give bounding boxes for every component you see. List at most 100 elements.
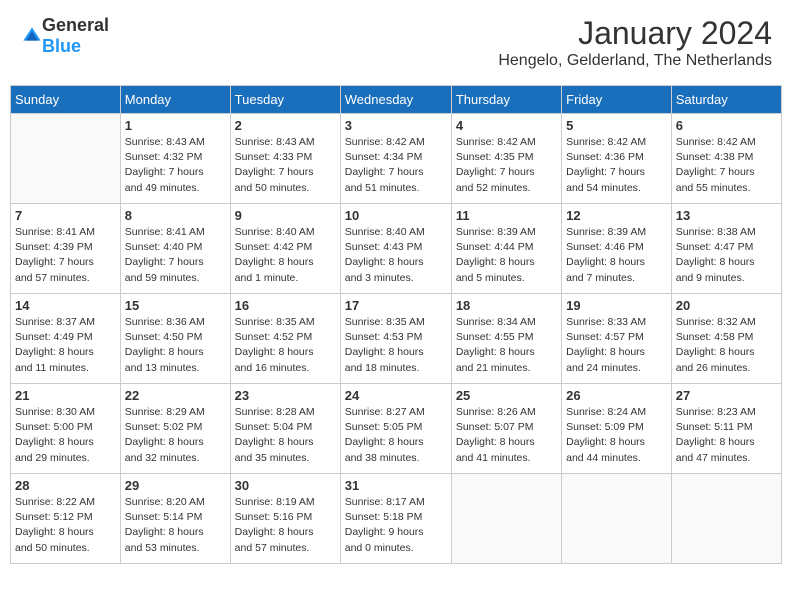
day-info: Sunrise: 8:19 AM Sunset: 5:16 PM Dayligh… — [235, 495, 336, 556]
day-info: Sunrise: 8:28 AM Sunset: 5:04 PM Dayligh… — [235, 405, 336, 466]
calendar-day-cell: 17 Sunrise: 8:35 AM Sunset: 4:53 PM Dayli… — [340, 294, 451, 384]
day-number: 7 — [15, 208, 116, 223]
calendar-week-row: 1 Sunrise: 8:43 AM Sunset: 4:32 PM Daylig… — [11, 114, 782, 204]
calendar-day-cell: 10 Sunrise: 8:40 AM Sunset: 4:43 PM Dayli… — [340, 204, 451, 294]
weekday-header: Friday — [562, 86, 672, 114]
calendar-day-cell: 6 Sunrise: 8:42 AM Sunset: 4:38 PM Daylig… — [671, 114, 781, 204]
calendar-day-cell: 9 Sunrise: 8:40 AM Sunset: 4:42 PM Daylig… — [230, 204, 340, 294]
page-header: General Blue January 2024 Hengelo, Gelde… — [10, 10, 782, 75]
day-number: 8 — [125, 208, 226, 223]
calendar-day-cell: 29 Sunrise: 8:20 AM Sunset: 5:14 PM Dayli… — [120, 474, 230, 564]
day-info: Sunrise: 8:40 AM Sunset: 4:42 PM Dayligh… — [235, 225, 336, 286]
day-info: Sunrise: 8:35 AM Sunset: 4:53 PM Dayligh… — [345, 315, 447, 376]
calendar-day-cell: 16Sunrise: 8:35 AM Sunset: 4:52 PM Dayli… — [230, 294, 340, 384]
logo-blue: Blue — [42, 36, 81, 56]
day-info: Sunrise: 8:42 AM Sunset: 4:35 PM Dayligh… — [456, 135, 557, 196]
day-info: Sunrise: 8:38 AM Sunset: 4:47 PM Dayligh… — [676, 225, 777, 286]
day-number: 25 — [456, 388, 557, 403]
calendar-day-cell: 25 Sunrise: 8:26 AM Sunset: 5:07 PM Dayli… — [451, 384, 561, 474]
day-number: 22 — [125, 388, 226, 403]
day-info: Sunrise: 8:20 AM Sunset: 5:14 PM Dayligh… — [125, 495, 226, 556]
day-info: Sunrise: 8:40 AM Sunset: 4:43 PM Dayligh… — [345, 225, 447, 286]
day-info: Sunrise: 8:39 AM Sunset: 4:46 PM Dayligh… — [566, 225, 667, 286]
day-number: 24 — [345, 388, 447, 403]
calendar-day-cell: 18Sunrise: 8:34 AM Sunset: 4:55 PM Dayli… — [451, 294, 561, 384]
calendar-day-cell: 22 Sunrise: 8:29 AM Sunset: 5:02 PM Dayli… — [120, 384, 230, 474]
day-number: 4 — [456, 118, 557, 133]
day-info: Sunrise: 8:43 AM Sunset: 4:32 PM Dayligh… — [125, 135, 226, 196]
day-number: 11 — [456, 208, 557, 223]
calendar-day-cell: 20 Sunrise: 8:32 AM Sunset: 4:58 PM Dayli… — [671, 294, 781, 384]
calendar-day-cell: 1 Sunrise: 8:43 AM Sunset: 4:32 PM Daylig… — [120, 114, 230, 204]
day-info: Sunrise: 8:32 AM Sunset: 4:58 PM Dayligh… — [676, 315, 777, 376]
calendar-day-cell: 11 Sunrise: 8:39 AM Sunset: 4:44 PM Dayli… — [451, 204, 561, 294]
day-info: Sunrise: 8:42 AM Sunset: 4:38 PM Dayligh… — [676, 135, 777, 196]
day-number: 6 — [676, 118, 777, 133]
day-number: 31 — [345, 478, 447, 493]
calendar-day-cell: 14Sunrise: 8:37 AM Sunset: 4:49 PM Dayli… — [11, 294, 121, 384]
calendar-day-cell: 8Sunrise: 8:41 AM Sunset: 4:40 PM Daylig… — [120, 204, 230, 294]
calendar-day-cell: 5 Sunrise: 8:42 AM Sunset: 4:36 PM Daylig… — [562, 114, 672, 204]
day-number: 20 — [676, 298, 777, 313]
logo-icon — [22, 26, 42, 46]
day-info: Sunrise: 8:17 AM Sunset: 5:18 PM Dayligh… — [345, 495, 447, 556]
calendar-day-cell — [11, 114, 121, 204]
calendar-day-cell: 28 Sunrise: 8:22 AM Sunset: 5:12 PM Dayli… — [11, 474, 121, 564]
calendar-table: SundayMondayTuesdayWednesdayThursdayFrid… — [10, 85, 782, 564]
day-number: 15 — [125, 298, 226, 313]
day-info: Sunrise: 8:23 AM Sunset: 5:11 PM Dayligh… — [676, 405, 777, 466]
logo-general: General — [42, 15, 109, 35]
day-info: Sunrise: 8:42 AM Sunset: 4:34 PM Dayligh… — [345, 135, 447, 196]
day-number: 29 — [125, 478, 226, 493]
calendar-week-row: 21Sunrise: 8:30 AM Sunset: 5:00 PM Dayli… — [11, 384, 782, 474]
calendar-day-cell: 7 Sunrise: 8:41 AM Sunset: 4:39 PM Daylig… — [11, 204, 121, 294]
weekday-header-row: SundayMondayTuesdayWednesdayThursdayFrid… — [11, 86, 782, 114]
day-number: 23 — [235, 388, 336, 403]
calendar-day-cell — [671, 474, 781, 564]
day-number: 1 — [125, 118, 226, 133]
day-number: 21 — [15, 388, 116, 403]
weekday-header: Sunday — [11, 86, 121, 114]
calendar-day-cell: 19 Sunrise: 8:33 AM Sunset: 4:57 PM Dayli… — [562, 294, 672, 384]
day-number: 16 — [235, 298, 336, 313]
location: Hengelo, Gelderland, The Netherlands — [498, 52, 772, 70]
calendar-day-cell: 31 Sunrise: 8:17 AM Sunset: 5:18 PM Dayli… — [340, 474, 451, 564]
calendar-day-cell — [451, 474, 561, 564]
title-section: January 2024 Hengelo, Gelderland, The Ne… — [498, 15, 772, 70]
weekday-header: Monday — [120, 86, 230, 114]
day-info: Sunrise: 8:41 AM Sunset: 4:39 PM Dayligh… — [15, 225, 116, 286]
calendar-day-cell: 26 Sunrise: 8:24 AM Sunset: 5:09 PM Dayli… — [562, 384, 672, 474]
day-info: Sunrise: 8:36 AM Sunset: 4:50 PM Dayligh… — [125, 315, 226, 376]
day-number: 17 — [345, 298, 447, 313]
day-info: Sunrise: 8:26 AM Sunset: 5:07 PM Dayligh… — [456, 405, 557, 466]
day-number: 18 — [456, 298, 557, 313]
weekday-header: Wednesday — [340, 86, 451, 114]
day-number: 19 — [566, 298, 667, 313]
calendar-day-cell: 13Sunrise: 8:38 AM Sunset: 4:47 PM Dayli… — [671, 204, 781, 294]
weekday-header: Thursday — [451, 86, 561, 114]
calendar-day-cell: 15 Sunrise: 8:36 AM Sunset: 4:50 PM Dayli… — [120, 294, 230, 384]
calendar-day-cell: 2Sunrise: 8:43 AM Sunset: 4:33 PM Daylig… — [230, 114, 340, 204]
day-number: 26 — [566, 388, 667, 403]
weekday-header: Tuesday — [230, 86, 340, 114]
calendar-day-cell: 23 Sunrise: 8:28 AM Sunset: 5:04 PM Dayli… — [230, 384, 340, 474]
calendar-week-row: 28 Sunrise: 8:22 AM Sunset: 5:12 PM Dayli… — [11, 474, 782, 564]
day-info: Sunrise: 8:42 AM Sunset: 4:36 PM Dayligh… — [566, 135, 667, 196]
day-info: Sunrise: 8:27 AM Sunset: 5:05 PM Dayligh… — [345, 405, 447, 466]
day-number: 14 — [15, 298, 116, 313]
day-number: 28 — [15, 478, 116, 493]
calendar-week-row: 14Sunrise: 8:37 AM Sunset: 4:49 PM Dayli… — [11, 294, 782, 384]
day-info: Sunrise: 8:29 AM Sunset: 5:02 PM Dayligh… — [125, 405, 226, 466]
calendar-day-cell: 4 Sunrise: 8:42 AM Sunset: 4:35 PM Daylig… — [451, 114, 561, 204]
day-info: Sunrise: 8:43 AM Sunset: 4:33 PM Dayligh… — [235, 135, 336, 196]
day-info: Sunrise: 8:39 AM Sunset: 4:44 PM Dayligh… — [456, 225, 557, 286]
day-number: 12 — [566, 208, 667, 223]
day-info: Sunrise: 8:33 AM Sunset: 4:57 PM Dayligh… — [566, 315, 667, 376]
day-number: 10 — [345, 208, 447, 223]
day-number: 9 — [235, 208, 336, 223]
calendar-day-cell: 3Sunrise: 8:42 AM Sunset: 4:34 PM Daylig… — [340, 114, 451, 204]
day-info: Sunrise: 8:22 AM Sunset: 5:12 PM Dayligh… — [15, 495, 116, 556]
calendar-day-cell: 12 Sunrise: 8:39 AM Sunset: 4:46 PM Dayli… — [562, 204, 672, 294]
day-number: 5 — [566, 118, 667, 133]
day-info: Sunrise: 8:24 AM Sunset: 5:09 PM Dayligh… — [566, 405, 667, 466]
